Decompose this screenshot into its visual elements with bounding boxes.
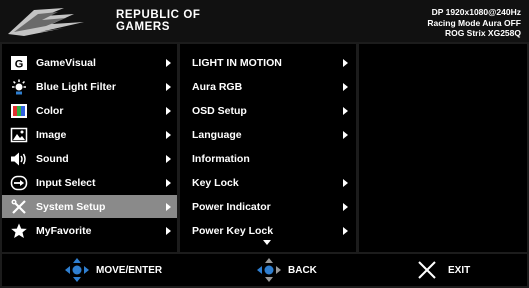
submenu-item-label: Language [192,128,242,141]
chevron-right-icon [343,130,348,139]
submenu-item-key-lock[interactable]: Key Lock [180,171,356,194]
joystick-back-icon [257,258,281,282]
submenu-item-label: Power Indicator [192,200,271,213]
brand-line-1: REPUBLIC OF [116,9,201,21]
menu-item-myfavorite[interactable]: MyFavorite [2,219,177,242]
status-model: ROG Strix XG258Q [444,28,521,38]
back-label: BACK [288,264,317,276]
star-icon [10,223,28,239]
rog-logo-icon [4,4,108,38]
submenu-item-osd-setup[interactable]: OSD Setup [180,99,356,122]
menu-item-color[interactable]: Color [2,99,177,122]
brand-line-2: GAMERS [116,21,171,33]
chevron-right-icon [166,82,171,91]
scroll-down-icon[interactable] [263,240,271,245]
submenu-item-label: LIGHT IN MOTION [192,56,282,69]
submenu-item-label: Key Lock [192,176,239,189]
sound-icon [10,151,28,167]
monitor-status: DP 1920x1080@240Hz Racing Mode Aura OFF … [427,7,521,39]
chevron-right-icon [166,154,171,163]
chevron-right-icon [343,202,348,211]
submenu-item-information[interactable]: Information [180,147,356,170]
wrench-icon [10,199,28,215]
menu-item-label: Color [36,104,64,117]
submenu-item-power-key-lock[interactable]: Power Key Lock [180,219,356,242]
submenu-item-label: OSD Setup [192,104,247,117]
osd-header: REPUBLIC OF GAMERS DP 1920x1080@240Hz Ra… [0,0,529,42]
chevron-right-icon [166,226,171,235]
chevron-right-icon [166,178,171,187]
back-hint[interactable]: BACK [256,254,317,286]
menu-item-blue-light-filter[interactable]: Blue Light Filter [2,75,177,98]
blue-light-icon [10,79,28,95]
chevron-right-icon [166,106,171,115]
chevron-right-icon [166,58,171,67]
move-enter-hint[interactable]: MOVE/ENTER [64,254,162,286]
chevron-right-icon [166,202,171,211]
osd-footer: MOVE/ENTER BACK EXIT [2,254,527,286]
exit-label: EXIT [448,264,471,276]
submenu-item-language[interactable]: Language [180,123,356,146]
menu-item-image[interactable]: Image [2,123,177,146]
menu-item-system-setup[interactable]: System Setup [2,195,177,218]
status-resolution: DP 1920x1080@240Hz [431,7,521,17]
submenu-item-power-indicator[interactable]: Power Indicator [180,195,356,218]
joystick-move-icon [65,258,89,282]
menu-item-input-select[interactable]: Input Select [2,171,177,194]
chevron-right-icon [343,58,348,67]
submenu-item-aura-rgb[interactable]: Aura RGB [180,75,356,98]
menu-item-label: System Setup [36,200,106,213]
svg-text:G: G [15,58,24,70]
gamevisual-icon: G [10,55,28,71]
chevron-right-icon [343,106,348,115]
status-mode: Racing Mode Aura OFF [427,17,521,28]
menu-item-label: Image [36,128,67,141]
menu-item-gamevisual[interactable]: G GameVisual [2,51,177,74]
move-enter-label: MOVE/ENTER [96,264,163,276]
input-select-icon [10,175,28,191]
close-icon [418,261,436,279]
submenu-item-label: Aura RGB [192,80,243,93]
exit-hint[interactable]: EXIT [416,254,470,286]
chevron-right-icon [343,226,348,235]
osd-menu: REPUBLIC OF GAMERS DP 1920x1080@240Hz Ra… [0,0,529,288]
chevron-right-icon [166,130,171,139]
menu-item-label: GameVisual [36,56,96,69]
image-icon [10,127,28,143]
brand-text: REPUBLIC OF GAMERS [116,9,201,33]
color-icon [10,103,28,119]
chevron-right-icon [343,178,348,187]
menu-item-label: Input Select [36,176,96,189]
chevron-right-icon [343,82,348,91]
menu-item-sound[interactable]: Sound [2,147,177,170]
main-menu: G GameVisual Blue Light Filter Color Ima… [2,44,177,252]
menu-item-label: MyFavorite [36,224,92,237]
submenu-item-label: Information [192,152,250,165]
submenu-item-label: Power Key Lock [192,224,274,237]
detail-pane [359,44,527,252]
menu-item-label: Sound [36,152,69,165]
menu-item-label: Blue Light Filter [36,80,116,93]
submenu-item-light-in-motion[interactable]: LIGHT IN MOTION [180,51,356,74]
submenu: LIGHT IN MOTION Aura RGB OSD Setup Langu… [180,44,356,252]
